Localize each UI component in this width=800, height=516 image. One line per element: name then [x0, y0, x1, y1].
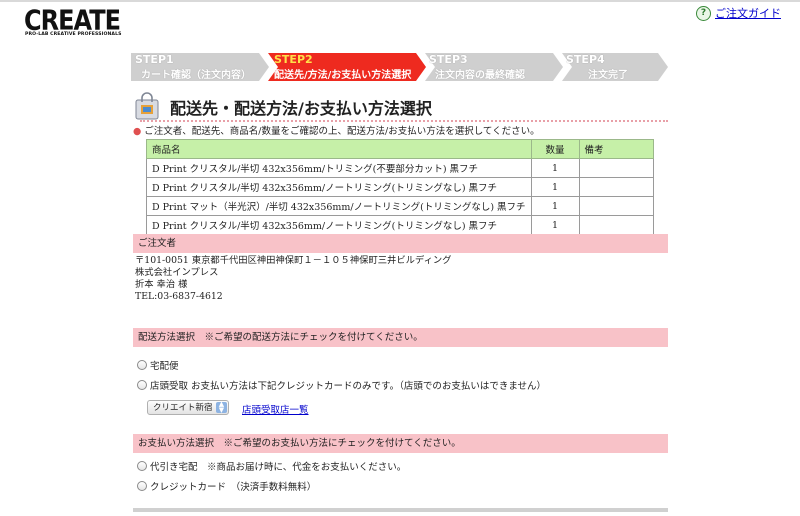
- step-1-number: STEP1: [135, 53, 174, 66]
- order-guide[interactable]: ? ご注文ガイド: [696, 5, 781, 21]
- step-3-number: STEP3: [429, 53, 468, 66]
- bottom-divider: [133, 508, 668, 512]
- page-title: 配送先・配送方法/お支払い方法選択: [170, 99, 432, 118]
- orderer-postal-address: 〒101-0051 東京都千代田区神田神保町１－１０５神保町三井ビルディング: [135, 255, 452, 266]
- payment-option-credit-card[interactable]: クレジットカード （決済手数料無料）: [137, 479, 316, 493]
- orderer-phone: TEL:03-6837-4612: [135, 291, 223, 302]
- delivery-label: 宅配便: [150, 361, 179, 372]
- store-list-link[interactable]: 店頭受取店一覧: [242, 402, 309, 416]
- cell-note: [578, 215, 655, 235]
- logo-tagline: PRO-LAB CREATIVE PROFESSIONALS: [25, 32, 122, 37]
- credit-card-label: クレジットカード （決済手数料無料）: [150, 482, 317, 493]
- cell-product: D Print クリスタル/半切 432x356mm/ノートリミング(トリミング…: [146, 215, 532, 235]
- cell-product: D Print クリスタル/半切 432x356mm/ノートリミング(トリミング…: [146, 177, 532, 197]
- bullet-icon: ●: [133, 126, 142, 137]
- shipping-heading: 配送方法選択 ※ご希望の配送方法にチェックを付けてください。: [133, 328, 668, 347]
- store-pickup-label: 店頭受取 お支払い方法は下記クレジットカードのみです。（店頭でのお支払いはできま…: [150, 381, 547, 392]
- orderer-heading: ご注文者: [133, 234, 668, 253]
- cod-radio[interactable]: [137, 461, 147, 471]
- table-header-row: 商品名 数量 備考: [146, 139, 655, 159]
- table-row: D Print マット（半光沢）/半切 432x356mm/ノートリミング(トリ…: [146, 196, 655, 216]
- step-3: STEP3 注文内容の最終確認: [425, 53, 563, 81]
- step-2-number: STEP2: [274, 53, 313, 66]
- cell-product: D Print クリスタル/半切 432x356mm/トリミング(不要部分カット…: [146, 158, 532, 178]
- shipping-option-delivery[interactable]: 宅配便: [137, 358, 179, 372]
- shopping-bag-icon: [135, 92, 159, 120]
- select-arrows-icon: ▲ ▼: [216, 401, 227, 413]
- header-product: 商品名: [146, 139, 532, 159]
- cell-product: D Print マット（半光沢）/半切 432x356mm/ノートリミング(トリ…: [146, 196, 532, 216]
- order-items-table: 商品名 数量 備考 D Print クリスタル/半切 432x356mm/トリミ…: [146, 139, 655, 235]
- top-border: [0, 0, 800, 2]
- shipping-option-store-pickup[interactable]: 店頭受取 お支払い方法は下記クレジットカードのみです。（店頭でのお支払いはできま…: [137, 378, 546, 392]
- payment-heading: お支払い方法選択 ※ご希望のお支払い方法にチェックを付けてください。: [133, 434, 668, 453]
- orderer-company: 株式会社インプレス: [135, 267, 219, 278]
- page-header: 配送先・配送方法/お支払い方法選択: [133, 90, 668, 122]
- cell-note: [578, 196, 655, 216]
- order-guide-link[interactable]: ご注文ガイド: [715, 5, 781, 21]
- store-pickup-radio[interactable]: [137, 380, 147, 390]
- store-select[interactable]: クリエイト新宿 ▲ ▼: [147, 400, 229, 415]
- header-qty: 数量: [530, 139, 580, 159]
- orderer-name: 折本 幸治 様: [135, 279, 188, 290]
- table-row: D Print クリスタル/半切 432x356mm/ノートリミング(トリミング…: [146, 215, 655, 235]
- step-1: STEP1 カート確認（注文内容）: [131, 53, 269, 81]
- cod-label: 代引き宅配 ※商品お届け時に、代金をお支払いください。: [150, 462, 407, 473]
- cell-qty: 1: [530, 196, 580, 216]
- step-3-label: 注文内容の最終確認: [435, 70, 525, 81]
- cell-qty: 1: [530, 177, 580, 197]
- step-2-label: 配送先/方法/お支払い方法選択: [274, 70, 412, 81]
- delivery-radio[interactable]: [137, 360, 147, 370]
- table-row: D Print クリスタル/半切 432x356mm/ノートリミング(トリミング…: [146, 177, 655, 197]
- step-4-number: STEP4: [566, 53, 605, 66]
- step-1-label: カート確認（注文内容）: [141, 70, 251, 81]
- intro-message: ご注文者、配送先、商品名/数量をご確認の上、配送方法/お支払い方法を選択してくだ…: [144, 126, 540, 137]
- header-note: 備考: [578, 139, 655, 159]
- credit-card-radio[interactable]: [137, 481, 147, 491]
- title-divider: [140, 120, 668, 122]
- step-4: STEP4 注文完了: [562, 53, 668, 81]
- orderer-address: 〒101-0051 東京都千代田区神田神保町１－１０５神保町三井ビルディング 株…: [135, 255, 451, 303]
- payment-option-cod[interactable]: 代引き宅配 ※商品お届け時に、代金をお支払いください。: [137, 459, 406, 473]
- store-select-value: クリエイト新宿: [153, 403, 213, 413]
- table-row: D Print クリスタル/半切 432x356mm/トリミング(不要部分カット…: [146, 158, 655, 178]
- cell-qty: 1: [530, 158, 580, 178]
- cell-note: [578, 158, 655, 178]
- cell-note: [578, 177, 655, 197]
- create-logo[interactable]: CREATE PRO-LAB CREATIVE PROFESSIONALS: [24, 4, 122, 37]
- help-icon: ?: [696, 5, 711, 21]
- intro-text: ● ご注文者、配送先、商品名/数量をご確認の上、配送方法/お支払い方法を選択してく…: [133, 123, 540, 137]
- step-4-label: 注文完了: [588, 70, 628, 81]
- cell-qty: 1: [530, 215, 580, 235]
- step-2: STEP2 配送先/方法/お支払い方法選択: [268, 53, 426, 81]
